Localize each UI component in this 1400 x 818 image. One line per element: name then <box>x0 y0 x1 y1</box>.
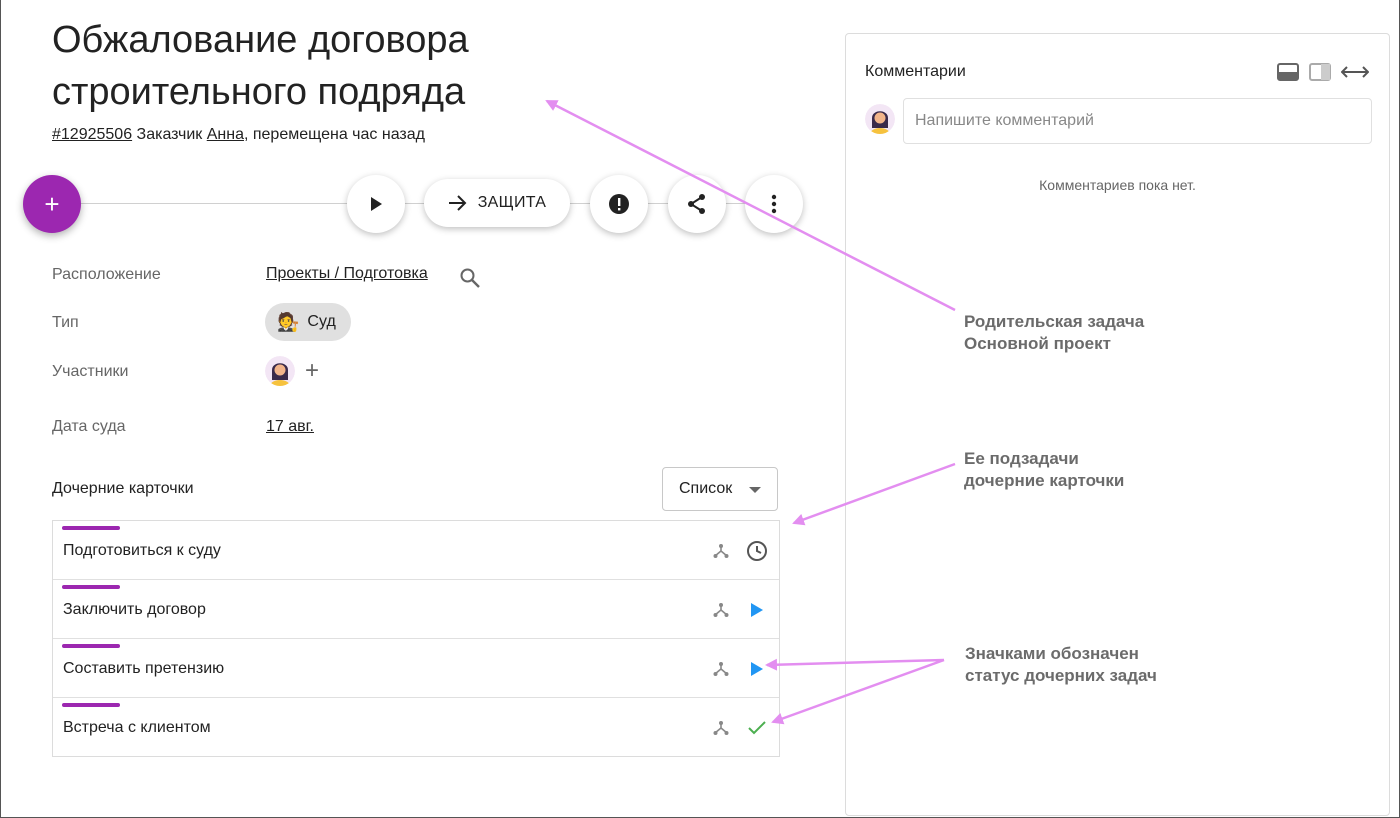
annotation-parent: Родительская задача Основной проект <box>964 312 1145 353</box>
annotation-arrow <box>792 462 956 526</box>
annotation-arrow <box>765 658 945 671</box>
annotation-status: Значками обозначен статус дочерних задач <box>965 644 1157 685</box>
annotation-arrows <box>545 99 956 725</box>
annotation-children: Ее подзадачи дочерние карточки <box>964 449 1125 490</box>
annotation-arrow <box>771 658 945 725</box>
annotation-arrow <box>545 99 956 312</box>
